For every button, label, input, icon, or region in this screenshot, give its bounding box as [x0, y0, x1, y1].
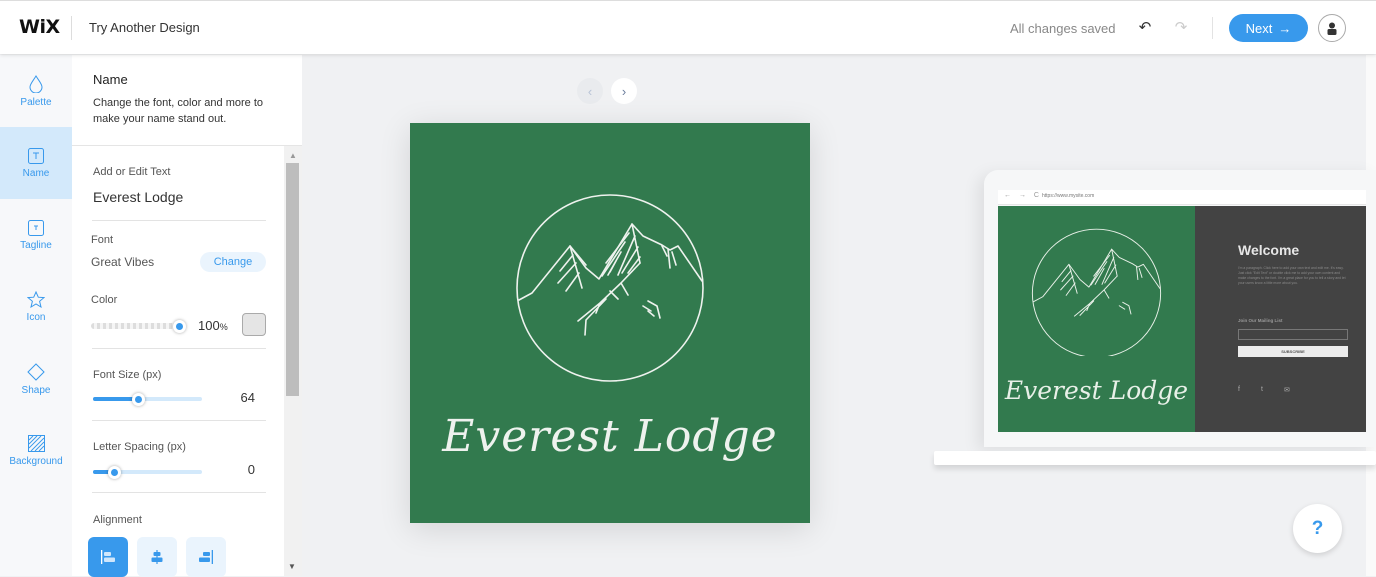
- align-center-icon: [151, 550, 163, 564]
- letter-spacing-label: Letter Spacing (px): [93, 441, 186, 453]
- facebook-icon: f: [1238, 386, 1240, 393]
- site-preview-content: Welcome I'm a paragraph. Click here to a…: [1195, 206, 1366, 432]
- align-right-button[interactable]: [186, 537, 226, 577]
- sidebar-item-palette[interactable]: Palette: [0, 55, 72, 127]
- browser-url: https://www.mysite.com: [1042, 193, 1095, 199]
- try-another-design-link[interactable]: Try Another Design: [89, 20, 200, 35]
- opacity-value: 100%: [198, 318, 228, 333]
- align-right-icon: [199, 550, 213, 564]
- divider: [1212, 17, 1213, 39]
- divider: [92, 492, 266, 493]
- sidebar-label: Shape: [21, 384, 51, 396]
- sidebar-label: Tagline: [20, 239, 52, 251]
- divider: [92, 220, 266, 221]
- font-label: Font: [91, 234, 114, 246]
- text-field-label: Add or Edit Text: [93, 166, 171, 178]
- logo-preview-card: Everest Lodge: [410, 123, 810, 523]
- sidebar-item-background[interactable]: Background: [0, 415, 72, 487]
- scroll-down-arrow-icon[interactable]: ▼: [288, 562, 296, 571]
- mock-browser-bar: ← → C https://www.mysite.com: [998, 190, 1366, 205]
- sidebar-item-icon[interactable]: Icon: [0, 271, 72, 343]
- sidebar-label: Icon: [26, 312, 46, 323]
- wix-logo[interactable]: WiX: [19, 16, 60, 38]
- name-text-input[interactable]: [93, 189, 263, 205]
- percent-unit: %: [219, 322, 228, 332]
- text-box-icon: [28, 147, 44, 164]
- arrow-right-icon: →: [1278, 20, 1292, 36]
- site-logo-name: Everest Lodge: [1004, 376, 1189, 405]
- user-avatar-button[interactable]: [1318, 14, 1346, 42]
- change-font-button[interactable]: Change: [200, 252, 266, 272]
- color-label: Color: [91, 294, 118, 306]
- align-left-button[interactable]: [88, 537, 128, 577]
- laptop-base: [934, 451, 1376, 465]
- letter-spacing-slider[interactable]: [93, 465, 202, 479]
- welcome-heading: Welcome: [1238, 242, 1300, 258]
- name-settings-panel: Name Change the font, color and more to …: [72, 55, 302, 577]
- mountain-emblem-icon: [516, 194, 704, 382]
- next-button[interactable]: Next →: [1229, 14, 1308, 42]
- browser-nav-icons: ← → C: [1004, 192, 1042, 199]
- color-swatch[interactable]: [242, 313, 266, 336]
- help-button[interactable]: ?: [1293, 504, 1342, 553]
- sidebar-item-name[interactable]: Name: [0, 127, 72, 199]
- sidebar-label: Name: [22, 167, 50, 179]
- mail-icon: ✉: [1284, 387, 1290, 394]
- font-size-value: 64: [240, 390, 255, 405]
- sidebar: Palette Name Tagline Icon Shape Backgrou…: [0, 55, 72, 576]
- scroll-thumb[interactable]: [286, 163, 299, 396]
- save-status: All changes saved: [1010, 21, 1116, 36]
- sidebar-label: Background: [9, 456, 63, 467]
- font-size-slider[interactable]: [93, 392, 202, 406]
- mountain-emblem-icon: [1031, 228, 1162, 356]
- panel-scrollbar[interactable]: ▲ ▼: [284, 146, 302, 576]
- site-preview-logo-area: Everest Lodge: [998, 206, 1195, 432]
- opacity-slider[interactable]: [91, 319, 186, 333]
- align-left-icon: [101, 550, 115, 564]
- sidebar-item-shape[interactable]: Shape: [0, 343, 72, 415]
- previous-design-button[interactable]: ‹: [577, 78, 603, 104]
- placeholder-paragraph: I'm a paragraph. Click here to add your …: [1238, 266, 1346, 285]
- slider-handle[interactable]: [132, 392, 146, 406]
- slider-handle[interactable]: [172, 319, 186, 333]
- subscribe-button: SUBSCRIBE: [1238, 346, 1348, 357]
- panel-header: Name Change the font, color and more to …: [72, 55, 302, 146]
- next-label: Next: [1245, 20, 1273, 36]
- droplet-icon: [29, 74, 43, 93]
- diamond-icon: [27, 362, 45, 381]
- opacity-number: 100: [198, 318, 220, 333]
- panel-description: Change the font, color and more to make …: [93, 97, 263, 125]
- sidebar-item-tagline[interactable]: Tagline: [0, 199, 72, 271]
- twitter-icon: t: [1261, 386, 1263, 393]
- slider-handle[interactable]: [108, 465, 122, 479]
- divider: [92, 348, 266, 349]
- next-design-button[interactable]: ›: [611, 78, 637, 104]
- user-icon: [1327, 22, 1337, 35]
- top-bar: WiX Try Another Design All changes saved…: [0, 0, 1376, 54]
- sidebar-label: Palette: [20, 96, 52, 108]
- hatched-square-icon: [27, 435, 45, 452]
- divider: [71, 16, 72, 40]
- mailing-list-label: Join Our Mailing List: [1238, 318, 1283, 323]
- align-center-button[interactable]: [137, 537, 177, 577]
- undo-icon[interactable]: ↶: [1135, 18, 1155, 38]
- font-name: Great Vibes: [91, 255, 155, 269]
- font-size-label: Font Size (px): [93, 369, 162, 381]
- logo-name-text[interactable]: Everest Lodge: [410, 411, 810, 462]
- text-box-small-icon: [28, 219, 44, 236]
- divider: [92, 420, 266, 421]
- star-icon: [27, 291, 45, 308]
- panel-title: Name: [93, 72, 128, 87]
- redo-icon[interactable]: ↷: [1171, 18, 1191, 38]
- scroll-up-arrow-icon[interactable]: ▲: [289, 151, 297, 160]
- mailing-email-input: [1238, 329, 1348, 340]
- alignment-label: Alignment: [93, 514, 142, 526]
- letter-spacing-value: 0: [247, 462, 255, 477]
